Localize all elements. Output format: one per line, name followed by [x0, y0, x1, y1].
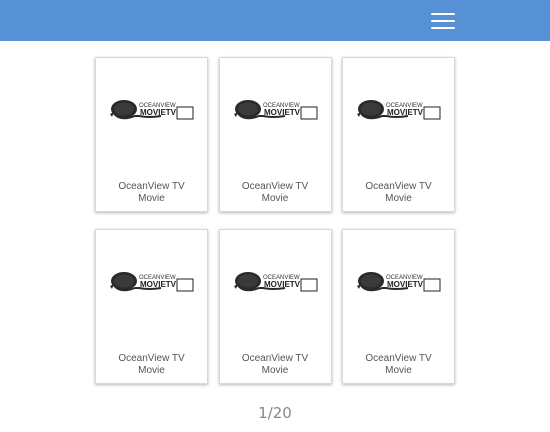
movie-title-line2: Movie — [385, 365, 412, 376]
logo-line2: MOVIETV — [140, 108, 177, 117]
menu-line — [431, 20, 455, 22]
movie-card[interactable]: OCEANVIEW MOVIETV OceanView TV Movie — [342, 57, 455, 212]
logo-line2: MOVIETV — [140, 280, 177, 289]
oceanview-movietv-logo: OCEANVIEWMOVIETV — [233, 272, 317, 292]
hamburger-menu-icon[interactable] — [429, 10, 457, 32]
oceanview-movietv-logo: OCEANVIEWMOVIETV — [110, 100, 194, 120]
logo-line2: MOVIETV — [387, 108, 424, 117]
movie-title: OceanView TV Movie — [220, 181, 331, 205]
movie-title-line2: Movie — [138, 193, 165, 204]
oceanview-movietv-logo: OCEANVIEWMOVIETV — [357, 272, 441, 292]
movie-title-line2: Movie — [385, 193, 412, 204]
movie-title-line2: Movie — [261, 365, 289, 376]
menu-line — [431, 27, 455, 29]
logo-line2: MOVIETV — [264, 108, 301, 117]
movie-title-line1: OceanView TV — [365, 353, 432, 364]
movie-card[interactable]: OCEANVIEW MOVIETV OceanView TV Movie — [95, 229, 208, 384]
movie-card[interactable]: OCEANVIEW MOVIETV OceanView TV Movie — [218, 229, 332, 384]
movie-title: OceanView TV Movie — [96, 353, 207, 377]
oceanview-movietv-logo: OCEANVIEWMOVIETV — [233, 100, 317, 120]
logo-line2: MOVIETV — [387, 280, 424, 289]
oceanview-movietv-logo: OCEANVIEWMOVIETV — [110, 272, 194, 292]
movie-card[interactable]: OCEANVIEW MOVIETV OceanView TV Movie — [218, 57, 332, 212]
movie-title-line1: OceanView TV — [118, 353, 185, 364]
movie-title-line1: OceanView TV — [365, 181, 432, 192]
movie-title-line1: OceanView TV — [241, 181, 309, 192]
movie-title-line2: Movie — [138, 365, 165, 376]
movie-grid: OCEANVIEW MOVIETV OceanView TV Movie OCEANV… — [95, 57, 455, 384]
movie-title-line1: OceanView TV — [241, 353, 309, 364]
page-indicator: 1/20 — [258, 404, 292, 422]
movie-title: OceanView TV Movie — [96, 181, 207, 205]
movie-title: OceanView TV Movie — [220, 353, 331, 377]
top-nav-bar — [0, 0, 550, 41]
movie-title: OceanView TV Movie — [343, 181, 454, 205]
movie-title-line1: OceanView TV — [118, 181, 185, 192]
movie-card[interactable]: OCEANVIEW MOVIETV OceanView TV Movie — [95, 57, 208, 212]
movie-card[interactable]: OCEANVIEW MOVIETV OceanView TV Movie — [342, 229, 455, 384]
logo-line2: MOVIETV — [264, 280, 301, 289]
menu-line — [431, 13, 455, 15]
movie-title-line2: Movie — [261, 193, 289, 204]
oceanview-movietv-logo: OCEANVIEWMOVIETV — [357, 100, 441, 120]
movie-title: OceanView TV Movie — [343, 353, 454, 377]
